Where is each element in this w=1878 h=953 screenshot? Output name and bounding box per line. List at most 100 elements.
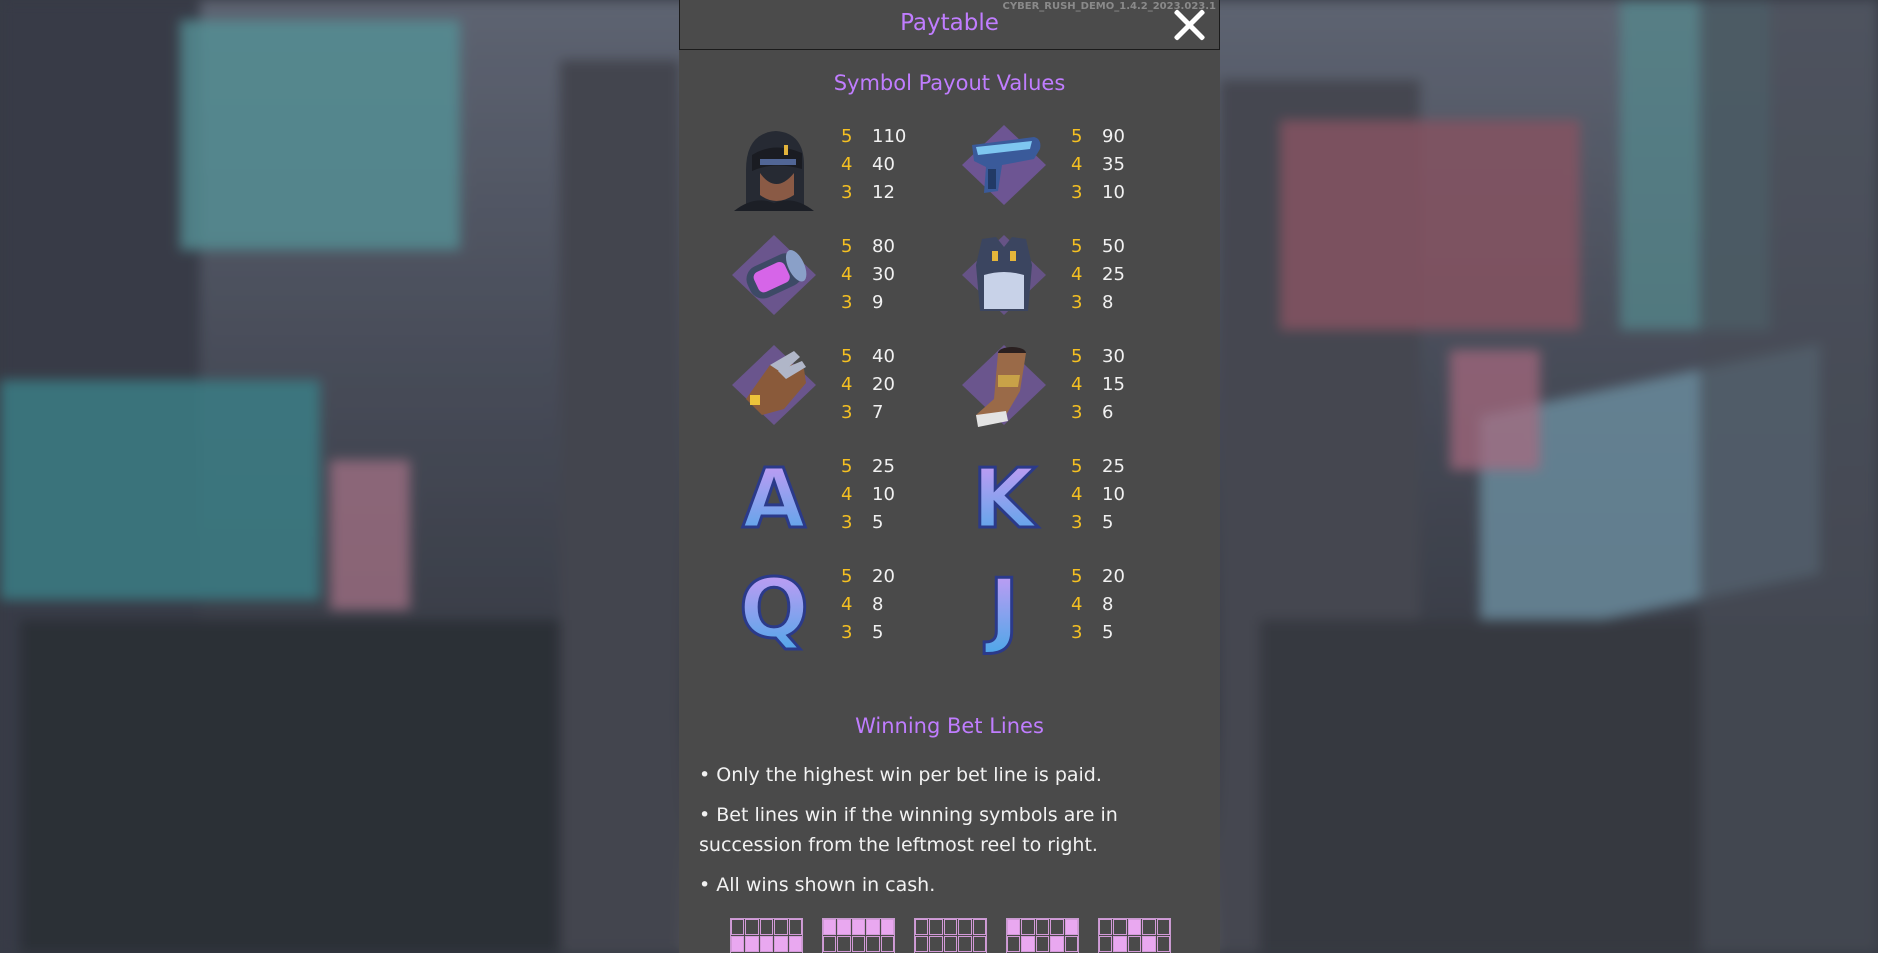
payout-row: 4 35 <box>1071 154 1125 175</box>
svg-text:A: A <box>742 452 806 545</box>
bet-line-cell <box>1142 919 1156 935</box>
bet-line-cell <box>774 919 788 935</box>
bet-line-cell <box>823 936 837 952</box>
bet-line-diagram <box>822 918 895 953</box>
bet-line-cell <box>866 919 880 935</box>
bet-line-cell <box>1050 919 1064 935</box>
payout-list: 5 90 4 35 3 10 <box>1071 123 1151 207</box>
payout-row: 4 10 <box>841 484 895 505</box>
bet-line-cell <box>1156 919 1170 935</box>
winning-bet-lines-title: Winning Bet Lines <box>855 714 1044 738</box>
bet-line-cell <box>958 919 972 935</box>
payout-row: 48 <box>841 594 884 615</box>
payout-row: 35 <box>1071 622 1114 643</box>
payout-row: 4 10 <box>1071 484 1125 505</box>
bet-line-cell <box>837 936 851 952</box>
svg-text:J: J <box>984 562 1020 655</box>
paytable-header: Paytable CYBER_RUSH_DEMO_1.4.2_2023.023.… <box>679 0 1220 50</box>
payout-row: 39 <box>841 292 884 313</box>
payout-row: 5 20 <box>841 566 895 587</box>
payout-list: 5 50 4 25 38 <box>1071 233 1151 317</box>
payout-list: 5 40 4 20 37 <box>841 343 921 427</box>
bet-line-cell <box>958 936 972 952</box>
bet-line-cell <box>929 936 943 952</box>
bet-line-cell <box>1021 919 1035 935</box>
bet-line-cell <box>1035 936 1050 952</box>
svg-text:K: K <box>972 452 1039 545</box>
bet-line-cell <box>823 919 837 935</box>
payout-list: 5 25 4 10 35 <box>841 453 921 537</box>
bet-line-cell <box>915 936 929 952</box>
blaster-gun-icon <box>954 115 1054 215</box>
bet-line-cell <box>759 936 774 952</box>
bet-line-cell <box>745 919 759 935</box>
payout-row: 35 <box>841 622 884 643</box>
svg-text:Q: Q <box>739 562 809 655</box>
bet-line-diagram <box>730 918 803 953</box>
cyber-helmet-icon <box>724 115 824 215</box>
bet-line-cell <box>929 919 943 935</box>
payout-row: 35 <box>841 512 884 533</box>
payout-row: 4 40 <box>841 154 895 175</box>
bet-line-diagram <box>1098 918 1171 953</box>
bet-line-cell <box>731 919 745 935</box>
bet-line-cell <box>851 919 866 935</box>
energy-cell-icon <box>724 225 824 325</box>
letter-a-icon: A <box>724 445 824 549</box>
bet-line-cell <box>880 919 894 935</box>
payout-row: 5 25 <box>841 456 895 477</box>
bet-line-cell <box>1021 936 1035 952</box>
bet-line-cell <box>1127 919 1142 935</box>
payout-row: 5 50 <box>1071 236 1125 257</box>
bet-line-cell <box>731 936 745 952</box>
payout-row: 5 20 <box>1071 566 1125 587</box>
letter-k-icon: K <box>954 445 1054 549</box>
payout-list: 5 30 4 15 36 <box>1071 343 1151 427</box>
bet-line-cell <box>1113 919 1127 935</box>
bet-line-cell <box>1064 936 1078 952</box>
bet-line-cell <box>1007 936 1021 952</box>
payout-row: 48 <box>1071 594 1114 615</box>
bet-line-cell <box>866 936 880 952</box>
bet-line-cell <box>1007 919 1021 935</box>
rules-list: • Only the highest win per bet line is p… <box>699 760 1199 910</box>
payout-row: 5 40 <box>841 346 895 367</box>
payout-row: 4 15 <box>1071 374 1125 395</box>
bet-line-cell <box>851 936 866 952</box>
bet-line-cell <box>1064 919 1078 935</box>
bet-line-cell <box>1156 936 1170 952</box>
bet-line-cell <box>837 919 851 935</box>
bet-line-cell <box>745 936 759 952</box>
paytable-title: Paytable <box>900 10 999 36</box>
bet-line-cell <box>1142 936 1156 952</box>
bet-line-cell <box>1127 936 1142 952</box>
payout-row: 4 20 <box>841 374 895 395</box>
payout-row: 3 10 <box>1071 182 1125 203</box>
bet-line-cell <box>788 936 802 952</box>
paytable-panel[interactable]: Paytable CYBER_RUSH_DEMO_1.4.2_2023.023.… <box>679 0 1220 953</box>
payout-row: 5 80 <box>841 236 895 257</box>
symbol-payout-title: Symbol Payout Values <box>833 71 1066 95</box>
payout-row: 5 110 <box>841 126 907 147</box>
bet-line-cell <box>943 936 958 952</box>
payout-row: 36 <box>1071 402 1114 423</box>
close-icon[interactable] <box>1167 3 1211 47</box>
payout-list: 5 25 4 10 35 <box>1071 453 1151 537</box>
payout-row: 5 30 <box>1071 346 1125 367</box>
payout-row: 5 90 <box>1071 126 1125 147</box>
payout-row: 5 25 <box>1071 456 1125 477</box>
rule-item: • All wins shown in cash. <box>699 874 936 896</box>
bet-line-cell <box>915 919 929 935</box>
cyber-glove-icon <box>724 335 824 435</box>
payout-row: 38 <box>1071 292 1114 313</box>
bet-line-diagram <box>1006 918 1079 953</box>
rule-item: • Bet lines win if the winning symbols a… <box>699 804 1118 856</box>
bet-line-cell <box>1050 936 1064 952</box>
armor-vest-icon <box>954 225 1054 325</box>
bet-line-cell <box>774 936 788 952</box>
bet-line-cell <box>759 919 774 935</box>
bet-line-diagram <box>914 918 987 953</box>
bet-line-cell <box>1099 936 1113 952</box>
letter-j-icon: J <box>954 555 1054 659</box>
bet-line-cell <box>972 936 986 952</box>
